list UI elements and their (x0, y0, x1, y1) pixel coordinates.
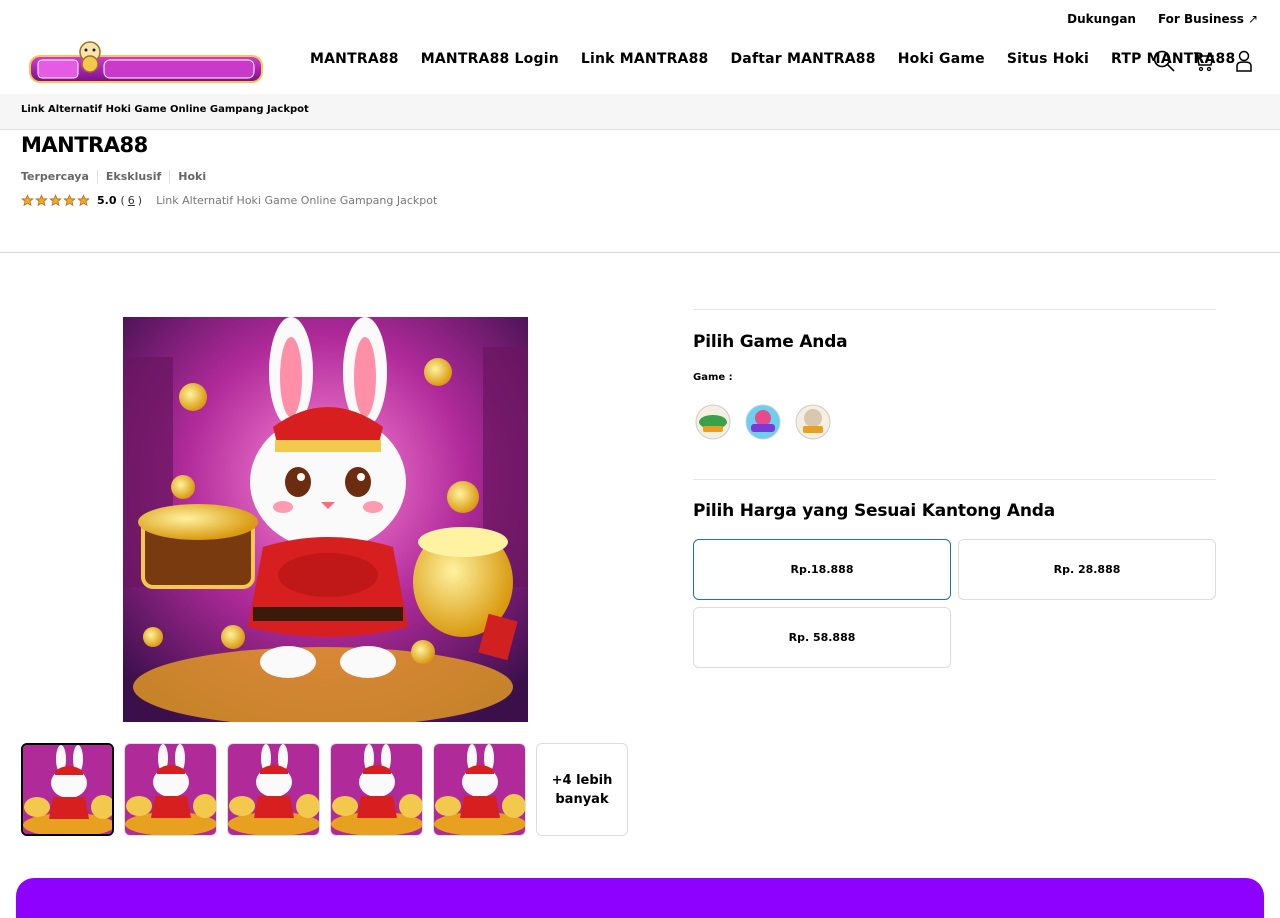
main-nav: MANTRA88 MANTRA88 Login Link MANTRA88 Da… (310, 51, 1235, 67)
more-images-button[interactable]: +4 lebih banyak (536, 743, 628, 836)
site-logo[interactable] (28, 38, 264, 84)
game-section-title: Pilih Game Anda (693, 332, 848, 352)
nav-item-situs-hoki[interactable]: Situs Hoki (1007, 51, 1089, 67)
section-divider (0, 252, 1280, 253)
support-label: Dukungan (1067, 12, 1136, 26)
nav-item-hoki-game[interactable]: Hoki Game (898, 51, 985, 67)
thumbnail-2[interactable] (124, 743, 217, 836)
review-count-link[interactable]: (6) (121, 194, 143, 207)
game-label: Game : (693, 372, 733, 383)
for-business-label: For Business (1157, 12, 1244, 26)
game-option-bonanza[interactable] (745, 404, 781, 440)
game-options (695, 404, 831, 440)
thumbnail-4[interactable] (330, 743, 423, 836)
star-icon (49, 194, 62, 207)
cta-bar[interactable] (16, 878, 1264, 918)
thumbnail-5[interactable] (433, 743, 526, 836)
star-icon (35, 194, 48, 207)
options-divider (693, 309, 1216, 310)
rating-value: 5.0 (97, 194, 117, 207)
nav-item-link[interactable]: Link MANTRA88 (581, 51, 709, 67)
utility-bar: Dukungan For Business ↗ (1067, 12, 1258, 26)
subnav-bar: Link Alternatif Hoki Game Online Gampang… (0, 94, 1280, 130)
price-options: Rp.18.888 Rp. 28.888 Rp. 58.888 (693, 539, 1216, 668)
thumbnail-1[interactable] (21, 743, 114, 836)
price-section-title: Pilih Harga yang Sesuai Kantong Anda (693, 501, 1056, 521)
subnav-title: Link Alternatif Hoki Game Online Gampang… (21, 104, 309, 115)
external-arrow-icon: ↗ (1247, 12, 1258, 26)
tag-item: Eksklusif (96, 170, 169, 184)
nav-item-daftar[interactable]: Daftar MANTRA88 (730, 51, 875, 67)
user-icon[interactable] (1232, 48, 1256, 74)
product-tags: Terpercaya Eksklusif Hoki (21, 170, 214, 184)
rating-row: 5.0 (6) Link Alternatif Hoki Game Online… (21, 194, 437, 207)
options-divider (693, 479, 1216, 480)
support-link[interactable]: Dukungan (1067, 12, 1136, 26)
game-option-mahjong[interactable] (695, 404, 731, 440)
star-icon (21, 194, 34, 207)
game-option-1000[interactable] (795, 404, 831, 440)
for-business-link[interactable]: For Business ↗ (1158, 12, 1258, 26)
star-icon (77, 194, 90, 207)
price-option-2[interactable]: Rp. 28.888 (958, 539, 1216, 600)
nav-item-mantra88[interactable]: MANTRA88 (310, 51, 399, 67)
price-option-1[interactable]: Rp.18.888 (693, 539, 951, 600)
product-main-image[interactable] (123, 317, 528, 722)
tag-item: Hoki (169, 170, 214, 184)
review-count: 6 (127, 194, 135, 207)
thumbnail-strip: +4 lebih banyak (21, 743, 628, 836)
header-icons (1152, 48, 1256, 74)
cart-icon[interactable] (1192, 48, 1216, 74)
search-icon[interactable] (1152, 48, 1176, 74)
star-icon (63, 194, 76, 207)
tag-item: Terpercaya (21, 170, 89, 183)
product-title: MANTRA88 (21, 133, 148, 157)
thumbnail-3[interactable] (227, 743, 320, 836)
star-rating (21, 194, 90, 207)
product-description: Link Alternatif Hoki Game Online Gampang… (156, 194, 438, 207)
nav-item-login[interactable]: MANTRA88 Login (421, 51, 559, 67)
price-option-3[interactable]: Rp. 58.888 (693, 607, 951, 668)
